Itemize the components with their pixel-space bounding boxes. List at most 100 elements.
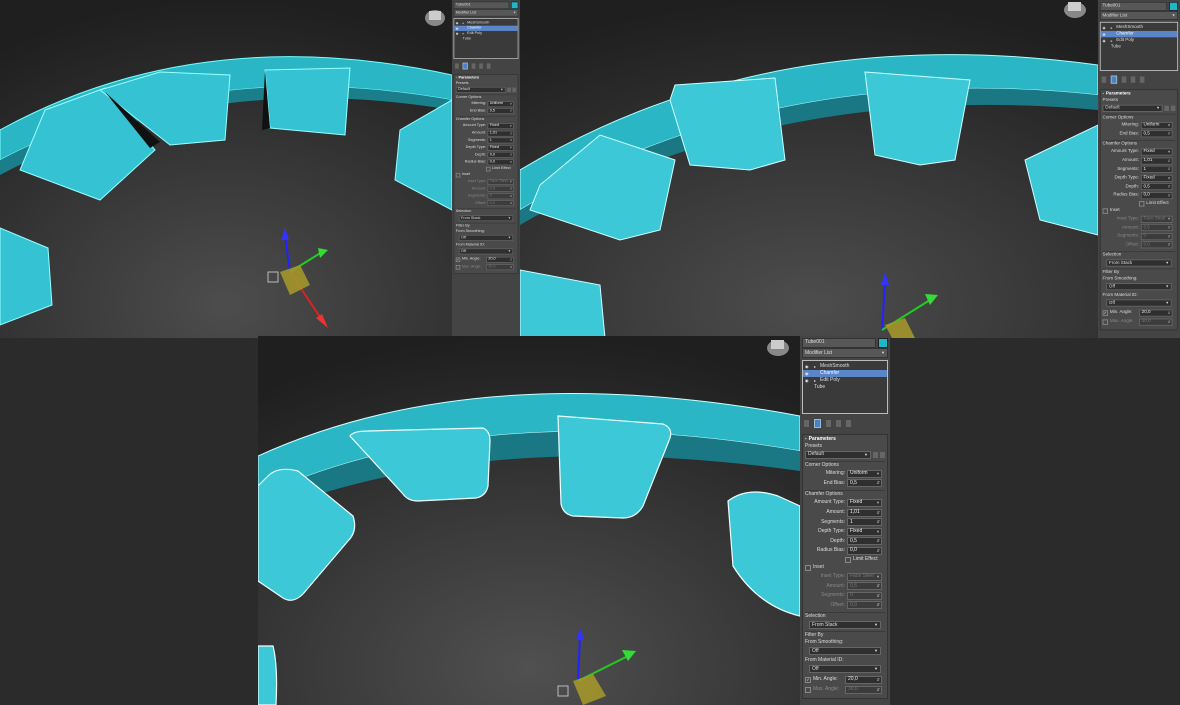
min-angle-spinner[interactable]: 20,0 ⇵ [485,256,514,263]
checkbox-checked[interactable]: ✓ [1102,310,1109,316]
load-preset-icon[interactable] [1170,105,1176,111]
load-preset-icon[interactable] [880,451,885,458]
expand-arrow-icon[interactable]: ▸ [1111,25,1115,30]
modifier-stack-item[interactable]: Tube [1101,44,1177,50]
from-material-id-dropdown[interactable]: Off ▼ [809,665,881,674]
object-name-field[interactable]: Tube001 [802,337,876,348]
expand-arrow-icon[interactable]: ▸ [814,364,818,369]
checkbox[interactable] [845,556,851,563]
object-name-field[interactable]: Tube001 [453,1,510,9]
depth-spinner[interactable]: 0,0 ⇵ [487,152,514,159]
inset-amount-spinner[interactable]: 0,5 ⇵ [487,185,514,192]
save-preset-icon[interactable] [1164,105,1169,111]
modifier-stack-item[interactable]: Tube [454,36,517,41]
expand-arrow-icon[interactable]: ▸ [463,21,466,25]
end-bias-spinner[interactable]: 0,5 ⇵ [487,108,514,115]
expand-arrow-icon[interactable]: ▸ [463,32,466,35]
segments-spinner[interactable]: 1 ⇵ [1140,165,1173,174]
from-smoothing-dropdown[interactable]: Off ▼ [458,234,514,241]
eye-icon[interactable]: ◉ [805,371,812,376]
checkbox[interactable] [1138,200,1145,207]
inset-type-dropdown[interactable]: Face Steel ▼ [847,572,882,581]
modifier-stack-item[interactable]: Tube [803,384,887,391]
show-end-result-icon[interactable] [462,62,468,70]
checkbox[interactable] [455,172,461,178]
limit-effect-checkbox[interactable]: Limit Effect [805,556,885,564]
end-bias-spinner[interactable]: 0,5 ⇵ [1140,130,1173,138]
remove-modifier-icon[interactable] [1130,76,1136,83]
inset-type-dropdown[interactable]: Face Steel ▼ [1140,215,1173,223]
show-end-result-icon[interactable] [1110,75,1118,84]
depth-type-dropdown[interactable]: Fixed ▼ [487,144,514,151]
modifier-stack-item[interactable]: ◉ Chamfer [803,370,887,377]
show-end-result-icon[interactable] [814,419,821,428]
radius-bias-spinner[interactable]: 0,0 ⇵ [1140,191,1173,200]
inset-amount-spinner[interactable]: 0,5 ⇵ [1140,223,1173,232]
amount-spinner[interactable]: 1,01 ⇵ [1140,157,1173,165]
eye-icon[interactable]: ◉ [805,378,812,383]
object-name-field[interactable]: Tube001 [1099,1,1168,11]
inset-segments-spinner[interactable]: 0 ⇵ [1140,232,1173,240]
radius-bias-spinner[interactable]: 0,0 ⇵ [847,546,882,555]
segments-spinner[interactable]: 1 ⇵ [847,518,882,527]
depth-type-dropdown[interactable]: Fixed ▼ [847,527,882,536]
max-angle-checkbox[interactable]: Max. Angle: [805,686,845,694]
configure-modifier-sets-icon[interactable] [486,63,491,69]
inset-type-dropdown[interactable]: Face Steel ▼ [487,178,514,185]
from-material-id-dropdown[interactable]: Off ▼ [1106,299,1172,307]
pin-stack-icon[interactable] [455,63,459,69]
rollout-header[interactable]: - Parameters [805,436,885,443]
amount-type-dropdown[interactable]: Fixed ▼ [847,498,882,507]
save-preset-icon[interactable] [873,451,878,458]
checkbox[interactable] [485,166,491,172]
checkbox[interactable] [1102,208,1109,214]
mitering-dropdown[interactable]: Uniform ▼ [1140,121,1173,130]
viewport[interactable] [520,0,1098,338]
eye-icon[interactable]: ◉ [1103,32,1109,36]
inset-checkbox[interactable]: Inset [1102,207,1176,214]
make-unique-icon[interactable] [471,63,476,69]
eye-icon[interactable]: ◉ [1103,25,1109,30]
min-angle-checkbox[interactable]: ✓ Min. Angle: [455,257,486,263]
inset-segments-spinner[interactable]: 0 ⇵ [847,591,882,600]
max-angle-checkbox[interactable]: Max. Angle: [455,264,486,270]
depth-type-dropdown[interactable]: Fixed ▼ [1140,174,1173,182]
checkbox[interactable] [805,686,811,693]
eye-icon[interactable]: ◉ [456,32,461,35]
selection-dropdown[interactable]: From Stack ▼ [1106,259,1172,267]
expand-arrow-icon[interactable]: ▸ [1111,38,1115,43]
selection-dropdown[interactable]: From Stack ▼ [458,215,514,222]
make-unique-icon[interactable] [1121,76,1127,83]
radius-bias-spinner[interactable]: 0,0 ⇵ [487,159,514,166]
save-preset-icon[interactable] [507,87,511,92]
viewport[interactable] [0,0,452,338]
modifier-stack-item[interactable]: ◉ ▸ MeshSmooth [803,363,887,370]
make-unique-icon[interactable] [826,420,831,427]
modifier-list-dropdown[interactable]: Modifier List ▼ [453,9,519,17]
load-preset-icon[interactable] [512,87,517,92]
checkbox-checked[interactable]: ✓ [805,676,811,683]
object-color-swatch[interactable] [878,337,888,348]
remove-modifier-icon[interactable] [836,420,841,427]
modifier-list-dropdown[interactable]: Modifier List ▼ [802,348,888,358]
offset-spinner[interactable]: 0,0 ⇵ [847,601,882,610]
presets-dropdown[interactable]: Default ▼ [455,86,506,93]
max-angle-checkbox[interactable]: Max. Angle: [1102,318,1139,325]
min-angle-checkbox[interactable]: ✓ Min. Angle: [805,676,845,684]
checkbox[interactable] [1102,318,1109,325]
selection-dropdown[interactable]: From Stack ▼ [809,621,881,630]
eye-icon[interactable]: ◉ [456,21,461,25]
segments-spinner[interactable]: 1 ⇵ [487,137,514,144]
amount-spinner[interactable]: 1,01 ⇵ [847,508,882,517]
inset-checkbox[interactable]: Inset [805,564,885,572]
max-angle-spinner[interactable]: 30,0 ⇵ [1138,318,1173,326]
object-color-swatch[interactable] [510,1,519,9]
inset-segments-spinner[interactable]: 0 ⇵ [487,193,514,200]
eye-icon[interactable]: ◉ [456,26,461,30]
inset-amount-spinner[interactable]: 0,5 ⇵ [847,582,882,591]
min-angle-spinner[interactable]: 20,0 ⇵ [1138,309,1173,317]
object-color-swatch[interactable] [1168,1,1179,11]
checkbox[interactable] [805,564,811,571]
checkbox-checked[interactable]: ✓ [455,257,461,262]
expand-arrow-icon[interactable]: ▸ [814,378,818,383]
